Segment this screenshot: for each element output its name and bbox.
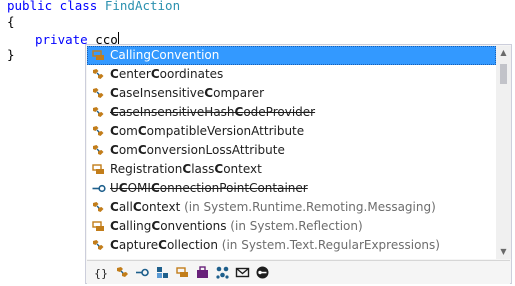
class-icon <box>92 144 106 157</box>
class-icon <box>92 106 106 119</box>
completion-item[interactable]: ComConversionLossAttribute <box>87 141 496 160</box>
envelope-filter-icon[interactable] <box>235 265 250 280</box>
class-icon <box>92 125 106 138</box>
svg-text:{}: {} <box>94 267 108 280</box>
completion-item-namespace: (in System.Text.RegularExpressions) <box>217 238 440 252</box>
enum-icon <box>92 163 106 176</box>
completion-popup[interactable]: CallingConvention CenterCoordinates CaseIn… <box>85 44 512 284</box>
completion-item[interactable]: CenterCoordinates <box>87 65 496 84</box>
completion-item-label: CallingConventions (in System.Reflection… <box>110 219 363 233</box>
completion-item[interactable]: CallingConventions (in System.Reflection… <box>87 217 496 236</box>
scroll-up-arrow-icon[interactable]: ▲ <box>496 46 511 60</box>
completion-item-label: CaseInsensitiveComparer <box>110 86 265 100</box>
completion-filter-bar: {} <box>87 260 510 284</box>
enum-icon <box>92 220 106 233</box>
class-icon <box>92 201 106 214</box>
enum-icon <box>92 49 106 62</box>
completion-item[interactable]: UCOMIConnectionPointContainer <box>87 179 496 198</box>
completion-item[interactable]: CallingConvention <box>87 46 496 65</box>
module-filter-icon[interactable] <box>195 265 210 280</box>
completion-item-label: ComCompatibleVersionAttribute <box>110 124 305 138</box>
completion-item[interactable]: CallContext (in System.Runtime.Remoting.… <box>87 198 496 217</box>
enum-filter-icon[interactable] <box>175 265 190 280</box>
completion-item[interactable]: CaseInsensitiveComparer <box>87 84 496 103</box>
completion-item-namespace: (in System.Runtime.Remoting.Messaging) <box>180 200 436 214</box>
completion-item-label: CallingConvention <box>110 48 220 62</box>
completion-item-label: RegistrationClassContext <box>110 162 262 176</box>
code-line-1: public class FindAction <box>7 0 180 15</box>
code-line-4: } <box>7 47 15 62</box>
completion-item-label: CaptureCollection (in System.Text.Regula… <box>110 238 440 252</box>
completion-item-namespace: (in System.Reflection) <box>226 219 363 233</box>
namespace-filter-icon[interactable]: {} <box>93 265 108 280</box>
completion-item-label: CallContext (in System.Runtime.Remoting.… <box>110 200 436 214</box>
class-filter-icon[interactable] <box>115 265 130 280</box>
scroll-down-arrow-icon[interactable]: ▼ <box>496 245 511 259</box>
keyword-public-class: public class <box>7 0 98 13</box>
scroll-thumb[interactable] <box>500 64 507 84</box>
completion-item[interactable]: RegistrationClassContext <box>87 160 496 179</box>
interface-filter-icon[interactable] <box>135 265 150 280</box>
completion-scrollbar[interactable]: ▲ ▼ <box>496 46 511 259</box>
class-icon <box>92 68 106 81</box>
completion-item[interactable]: ComCompatibleVersionAttribute <box>87 122 496 141</box>
completion-item-label: CenterCoordinates <box>110 67 224 81</box>
code-line-2: { <box>7 14 15 29</box>
completion-item[interactable]: CaseInsensitiveHashCodeProvider <box>87 103 496 122</box>
completion-item[interactable]: CaptureCollection (in System.Text.Regula… <box>87 236 496 255</box>
interface-icon <box>92 182 106 195</box>
class-icon <box>92 87 106 100</box>
key-filter-icon[interactable] <box>255 265 270 280</box>
completion-item-label: UCOMIConnectionPointContainer <box>110 181 308 195</box>
delegate-filter-icon[interactable] <box>215 265 230 280</box>
completion-item-label: CaseInsensitiveHashCodeProvider <box>110 105 316 119</box>
structure-filter-icon[interactable] <box>155 265 170 280</box>
completion-item-label: ComConversionLossAttribute <box>110 143 285 157</box>
completion-list[interactable]: CallingConvention CenterCoordinates CaseIn… <box>87 46 496 259</box>
keyword-private: private <box>35 32 88 47</box>
class-icon <box>92 239 106 252</box>
class-name: FindAction <box>104 0 181 13</box>
